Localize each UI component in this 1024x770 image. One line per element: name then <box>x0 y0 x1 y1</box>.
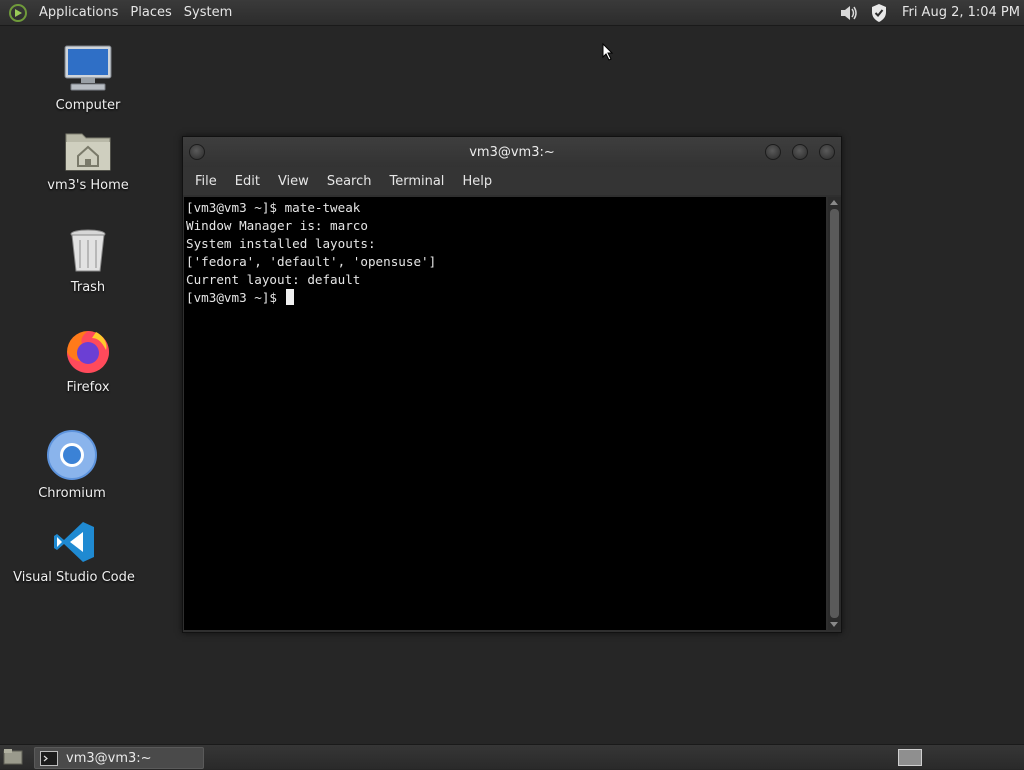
desktop-icon-trash[interactable]: Trash <box>23 228 153 295</box>
menu-help[interactable]: Help <box>453 174 501 189</box>
terminal-scrollbar[interactable] <box>828 197 841 630</box>
terminal-line: [vm3@vm3 ~]$ mate-tweak <box>186 200 361 215</box>
minimize-button[interactable] <box>765 144 781 160</box>
window-title: vm3@vm3:~ <box>469 144 555 160</box>
places-menu[interactable]: Places <box>124 5 177 20</box>
security-shield-icon[interactable] <box>868 3 890 23</box>
computer-icon <box>63 44 113 92</box>
desktop-icon-label: Visual Studio Code <box>13 570 135 585</box>
close-button[interactable] <box>819 144 835 160</box>
window-titlebar[interactable]: vm3@vm3:~ <box>183 137 841 167</box>
menu-edit[interactable]: Edit <box>226 174 269 189</box>
home-folder-icon <box>64 128 112 172</box>
mouse-pointer-icon <box>602 42 614 65</box>
desktop-icon-label: vm3's Home <box>47 178 129 193</box>
desktop-icon-home[interactable]: vm3's Home <box>23 128 153 193</box>
desktop-icon-firefox[interactable]: Firefox <box>23 326 153 395</box>
firefox-icon <box>64 326 112 374</box>
scrollbar-thumb[interactable] <box>830 209 839 618</box>
desktop-icon-label: Trash <box>70 280 106 295</box>
chromium-icon <box>47 430 97 480</box>
system-menu[interactable]: System <box>178 5 238 20</box>
maximize-button[interactable] <box>792 144 808 160</box>
terminal-line: Window Manager is: marco <box>186 218 368 233</box>
terminal-icon <box>40 750 58 766</box>
desktop-icon-chromium[interactable]: Chromium <box>7 430 137 501</box>
terminal-prompt-line: [vm3@vm3 ~]$ <box>186 289 824 307</box>
taskbar-button-terminal[interactable]: vm3@vm3:~ <box>34 747 204 769</box>
workspace-switcher[interactable] <box>898 749 922 766</box>
terminal-prompt: [vm3@vm3 ~]$ <box>186 290 285 305</box>
desktop-icon-label: Computer <box>55 98 121 113</box>
applications-menu[interactable]: Applications <box>33 5 124 20</box>
terminal-window[interactable]: vm3@vm3:~ File Edit View Search Terminal… <box>182 136 842 633</box>
desktop-icon-vscode[interactable]: Visual Studio Code <box>9 520 139 585</box>
bottom-panel: vm3@vm3:~ <box>0 744 1024 769</box>
menu-terminal[interactable]: Terminal <box>380 174 453 189</box>
menu-file[interactable]: File <box>186 174 226 189</box>
desktop-icon-label: Firefox <box>66 380 110 395</box>
terminal-line: Current layout: default <box>186 272 361 287</box>
top-panel: Applications Places System Fri Aug 2, 1:… <box>0 0 1024 26</box>
menu-search[interactable]: Search <box>318 174 381 189</box>
terminal-menubar: File Edit View Search Terminal Help <box>183 167 841 195</box>
window-menu-button[interactable] <box>189 144 205 160</box>
volume-icon[interactable] <box>838 3 860 23</box>
desktop-icon-computer[interactable]: Computer <box>23 44 153 113</box>
terminal-line: ['fedora', 'default', 'opensuse'] <box>186 254 437 269</box>
scroll-down-arrow-icon[interactable] <box>830 622 838 627</box>
trash-icon <box>68 228 108 274</box>
taskbar-button-label: vm3@vm3:~ <box>66 750 152 766</box>
system-tray: Fri Aug 2, 1:04 PM <box>838 0 1024 25</box>
menu-view[interactable]: View <box>269 174 318 189</box>
terminal-line: System installed layouts: <box>186 236 376 251</box>
scroll-up-arrow-icon[interactable] <box>830 200 838 205</box>
clock[interactable]: Fri Aug 2, 1:04 PM <box>902 5 1020 20</box>
desktop-icon-label: Chromium <box>38 486 106 501</box>
terminal-cursor <box>285 289 294 305</box>
show-desktop-icon[interactable] <box>3 748 23 766</box>
terminal-output[interactable]: [vm3@vm3 ~]$ mate-tweak Window Manager is… <box>184 197 826 630</box>
vscode-icon <box>52 520 96 564</box>
mate-logo-icon[interactable] <box>8 3 28 23</box>
